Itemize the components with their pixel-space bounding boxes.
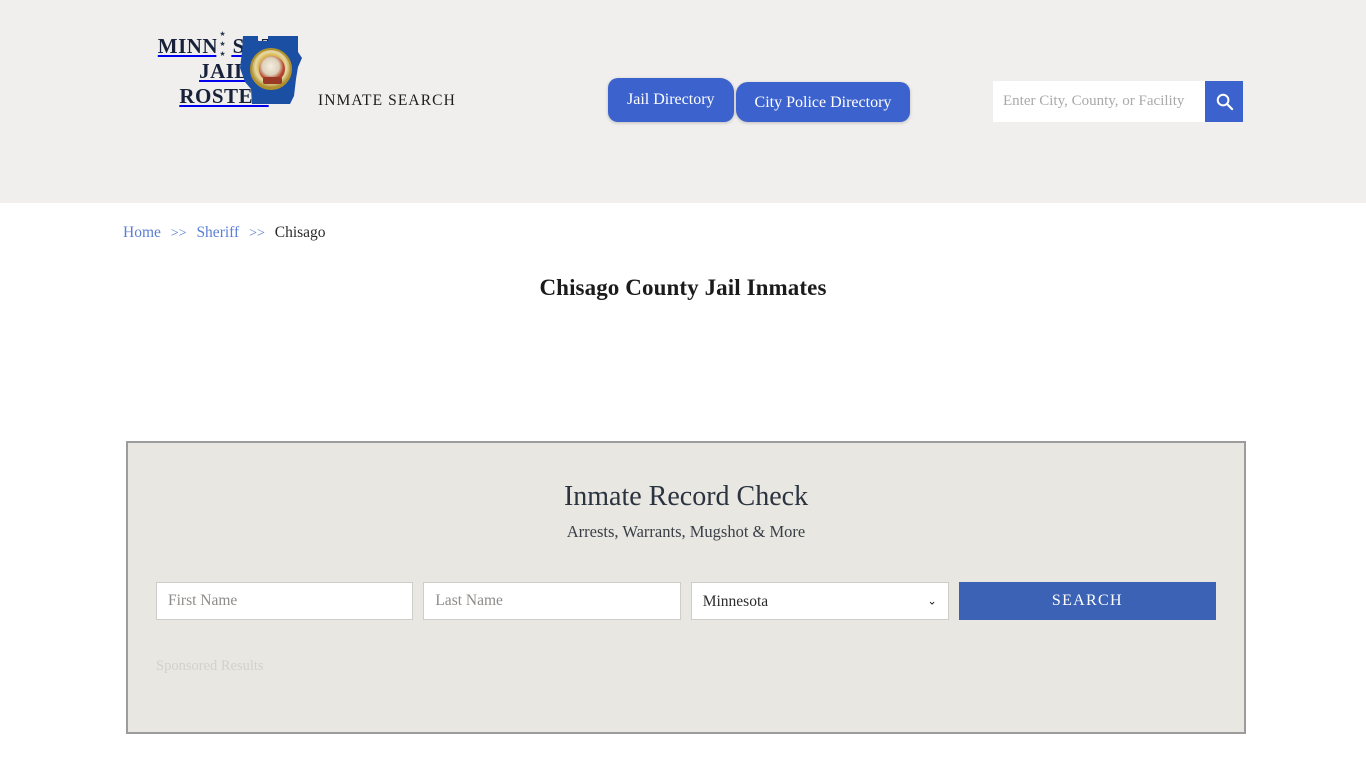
panel-subheading: Arrests, Warrants, Mugshot & More bbox=[128, 522, 1244, 542]
breadcrumb-separator: >> bbox=[249, 226, 265, 241]
logo-stars: ★ ★ ★ bbox=[216, 29, 231, 59]
nav-city-police-directory[interactable]: City Police Directory bbox=[736, 82, 911, 122]
search-icon bbox=[1215, 92, 1234, 111]
search-submit-button[interactable] bbox=[1205, 81, 1243, 122]
header-search-form bbox=[993, 81, 1243, 122]
sponsored-results-label: Sponsored Results bbox=[156, 658, 1244, 675]
first-name-input[interactable] bbox=[156, 582, 413, 620]
tagline: INMATE SEARCH bbox=[318, 92, 456, 110]
site-header: ★ ★ ★ MINNESOTA JAIL ROSTER INMATE SEARC… bbox=[0, 0, 1366, 203]
inmate-search-form: Minnesota ⌄ SEARCH bbox=[156, 582, 1216, 620]
breadcrumb-item-sheriff[interactable]: Sheriff bbox=[196, 224, 239, 241]
last-name-input[interactable] bbox=[423, 582, 680, 620]
inmate-record-check-panel: Inmate Record Check Arrests, Warrants, M… bbox=[126, 441, 1246, 734]
search-input[interactable] bbox=[993, 81, 1205, 122]
breadcrumb-separator: >> bbox=[171, 226, 187, 241]
nav-jail-directory[interactable]: Jail Directory bbox=[608, 78, 734, 122]
state-select-wrapper: Minnesota ⌄ bbox=[691, 582, 949, 620]
breadcrumb-item-home[interactable]: Home bbox=[123, 224, 161, 241]
site-logo[interactable]: ★ ★ ★ MINNESOTA JAIL ROSTER bbox=[156, 34, 292, 109]
page-title: Chisago County Jail Inmates bbox=[123, 275, 1243, 301]
state-select[interactable]: Minnesota bbox=[691, 582, 949, 620]
state-seal-icon bbox=[250, 48, 292, 90]
inmate-search-button[interactable]: SEARCH bbox=[959, 582, 1216, 620]
main-content: Home >> Sheriff >> Chisago Chisago Count… bbox=[123, 203, 1243, 301]
breadcrumb-item-current: Chisago bbox=[275, 224, 326, 241]
primary-nav: Jail Directory City Police Directory bbox=[608, 78, 910, 122]
panel-heading: Inmate Record Check bbox=[128, 481, 1244, 513]
header-inner: ★ ★ ★ MINNESOTA JAIL ROSTER INMATE SEARC… bbox=[123, 0, 1243, 203]
breadcrumb: Home >> Sheriff >> Chisago bbox=[123, 203, 1243, 242]
